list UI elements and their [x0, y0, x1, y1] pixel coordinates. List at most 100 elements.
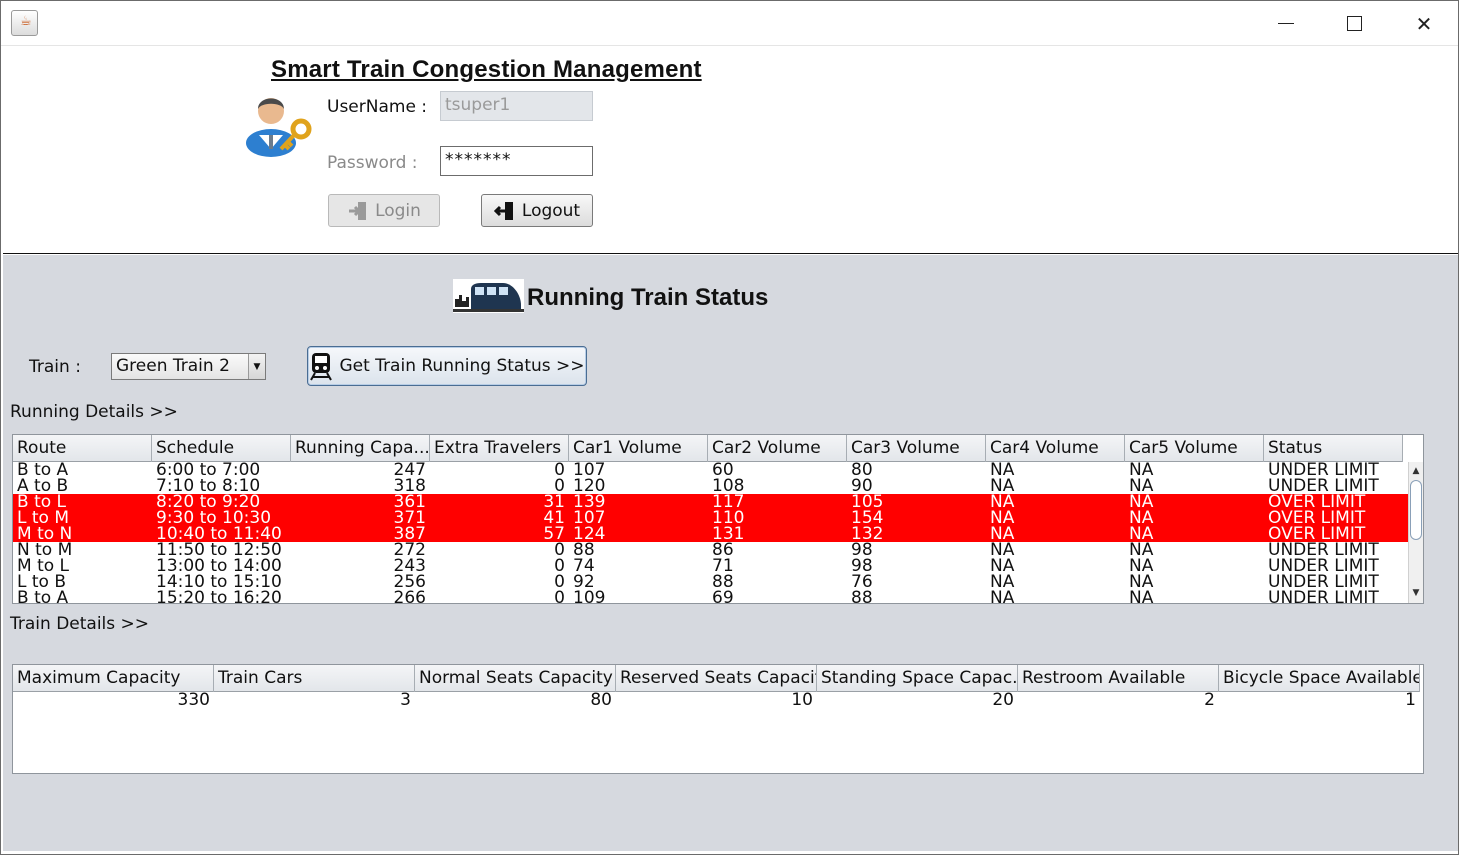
- password-field[interactable]: *******: [440, 146, 593, 176]
- get-status-button[interactable]: Get Train Running Status >>: [307, 346, 587, 386]
- scroll-up-icon[interactable]: ▲: [1409, 464, 1423, 478]
- column-header[interactable]: Car4 Volume: [986, 435, 1125, 462]
- table-row[interactable]: N to M 11:50 to 12:50 272 0 88 86 98 NA NA UNDER …: [13, 542, 1409, 558]
- table-row[interactable]: B to L 8:20 to 9:20 361 31 139 117 105 NA NA OVER…: [13, 494, 1409, 510]
- train-select[interactable]: Green Train 2 ▼: [111, 353, 266, 380]
- scroll-down-icon[interactable]: ▼: [1409, 586, 1423, 600]
- get-status-button-label: Get Train Running Status >>: [339, 356, 585, 376]
- dropdown-arrow-icon[interactable]: ▼: [248, 354, 265, 379]
- table-cell: UNDER LIMIT: [1268, 478, 1379, 494]
- table-cell: UNDER LIMIT: [1268, 542, 1379, 558]
- column-header[interactable]: Car5 Volume: [1125, 435, 1264, 462]
- column-header[interactable]: Extra Travelers: [430, 435, 569, 462]
- table-cell: 247: [393, 462, 426, 478]
- table-cell: 13:00 to 14:00: [156, 558, 282, 574]
- user-key-icon: [246, 98, 312, 157]
- minimize-icon: [1278, 23, 1294, 24]
- column-header[interactable]: Standing Space Capac...: [817, 665, 1018, 692]
- title-bar: ☕ ✕: [1, 1, 1458, 46]
- table-cell: 9:30 to 10:30: [156, 510, 272, 526]
- minimize-button[interactable]: [1251, 1, 1321, 46]
- table-cell: A to B: [17, 478, 69, 494]
- table-row[interactable]: 330 3 80 10 20 2 1: [13, 692, 1423, 710]
- maximize-button[interactable]: [1319, 1, 1389, 46]
- close-button[interactable]: ✕: [1389, 1, 1459, 46]
- table-row[interactable]: M to L 13:00 to 14:00 243 0 74 71 98 NA NA UNDER …: [13, 558, 1409, 574]
- table-row[interactable]: M to N 10:40 to 11:40 387 57 124 131 132 NA NA OV…: [13, 526, 1409, 542]
- table-row[interactable]: L to B 14:10 to 15:10 256 0 92 88 76 NA NA UNDER …: [13, 574, 1409, 590]
- train-details-table: Maximum Capacity Train Cars Normal Seats C…: [12, 664, 1424, 774]
- table-cell: 20: [992, 692, 1014, 710]
- running-details-table: Route Schedule Running Capa... Extra Travel…: [12, 434, 1424, 604]
- logout-button-label: Logout: [521, 200, 581, 221]
- table-cell: 0: [554, 574, 565, 590]
- table-cell: 41: [543, 510, 565, 526]
- table-cell: 1: [1405, 692, 1416, 710]
- table-cell: 318: [393, 478, 426, 494]
- column-header[interactable]: Car2 Volume: [708, 435, 847, 462]
- table-cell: 86: [712, 542, 734, 558]
- scroll-thumb[interactable]: [1410, 480, 1422, 540]
- column-header[interactable]: Restroom Available: [1018, 665, 1219, 692]
- column-header[interactable]: Reserved Seats Capacity: [616, 665, 817, 692]
- table-row[interactable]: B to A 6:00 to 7:00 247 0 107 60 80 NA NA UNDER L…: [13, 462, 1409, 478]
- table-cell: NA: [1129, 478, 1154, 494]
- table-cell: B to A: [17, 590, 69, 604]
- table-cell: 2: [1204, 692, 1215, 710]
- column-header[interactable]: Bicycle Space Available: [1219, 665, 1420, 692]
- column-header[interactable]: Car1 Volume: [569, 435, 708, 462]
- password-label: Password :: [327, 153, 418, 173]
- table-cell: 69: [712, 590, 734, 604]
- table-cell: 10:40 to 11:40: [156, 526, 282, 542]
- details-table-header: Maximum Capacity Train Cars Normal Seats C…: [13, 665, 1420, 692]
- java-cup-glyph: ☕: [20, 14, 32, 29]
- java-app-icon[interactable]: ☕: [11, 10, 38, 36]
- table-row[interactable]: L to M 9:30 to 10:30 371 41 107 110 154 NA NA OVE…: [13, 510, 1409, 526]
- train-select-value: Green Train 2: [116, 356, 230, 376]
- table-cell: 0: [554, 542, 565, 558]
- table-cell: 361: [393, 494, 426, 510]
- table-cell: 117: [712, 494, 745, 510]
- table-cell: NA: [990, 590, 1015, 604]
- table-cell: NA: [1129, 574, 1154, 590]
- table-cell: 71: [712, 558, 734, 574]
- column-header[interactable]: Maximum Capacity: [13, 665, 214, 692]
- login-button[interactable]: Login: [328, 194, 440, 227]
- username-field[interactable]: tsuper1: [440, 91, 593, 121]
- table-row[interactable]: B to A 15:20 to 16:20 266 0 109 69 88 NA NA UNDER…: [13, 590, 1409, 604]
- column-header[interactable]: Train Cars: [214, 665, 415, 692]
- running-table-scrollbar[interactable]: ▲ ▼: [1408, 462, 1423, 603]
- table-cell: 14:10 to 15:10: [156, 574, 282, 590]
- table-cell: L to B: [17, 574, 67, 590]
- table-cell: NA: [1129, 526, 1154, 542]
- column-header[interactable]: Normal Seats Capacity: [415, 665, 616, 692]
- logout-button[interactable]: Logout: [481, 194, 593, 227]
- table-cell: 11:50 to 12:50: [156, 542, 282, 558]
- close-icon: ✕: [1415, 11, 1433, 36]
- column-header[interactable]: Schedule: [152, 435, 291, 462]
- login-button-label: Login: [375, 200, 421, 221]
- table-cell: UNDER LIMIT: [1268, 462, 1379, 478]
- table-row[interactable]: A to B 7:10 to 8:10 318 0 120 108 90 NA NA UNDER …: [13, 478, 1409, 494]
- column-header[interactable]: Route: [13, 435, 152, 462]
- login-icon: [349, 201, 367, 220]
- table-cell: 31: [543, 494, 565, 510]
- table-cell: 330: [177, 692, 210, 710]
- table-cell: 371: [393, 510, 426, 526]
- table-cell: 80: [590, 692, 612, 710]
- table-cell: L to M: [17, 510, 70, 526]
- column-header[interactable]: Car3 Volume: [847, 435, 986, 462]
- table-cell: NA: [1129, 542, 1154, 558]
- table-cell: 6:00 to 7:00: [156, 462, 261, 478]
- table-cell: 3: [400, 692, 411, 710]
- table-cell: NA: [990, 558, 1015, 574]
- table-cell: B to L: [17, 494, 67, 510]
- table-cell: 74: [573, 558, 595, 574]
- table-cell: 107: [573, 462, 606, 478]
- column-header[interactable]: Status: [1264, 435, 1403, 462]
- table-cell: 109: [573, 590, 606, 604]
- table-cell: NA: [1129, 462, 1154, 478]
- table-cell: 8:20 to 9:20: [156, 494, 261, 510]
- column-header[interactable]: Running Capa...: [291, 435, 430, 462]
- table-cell: 139: [573, 494, 606, 510]
